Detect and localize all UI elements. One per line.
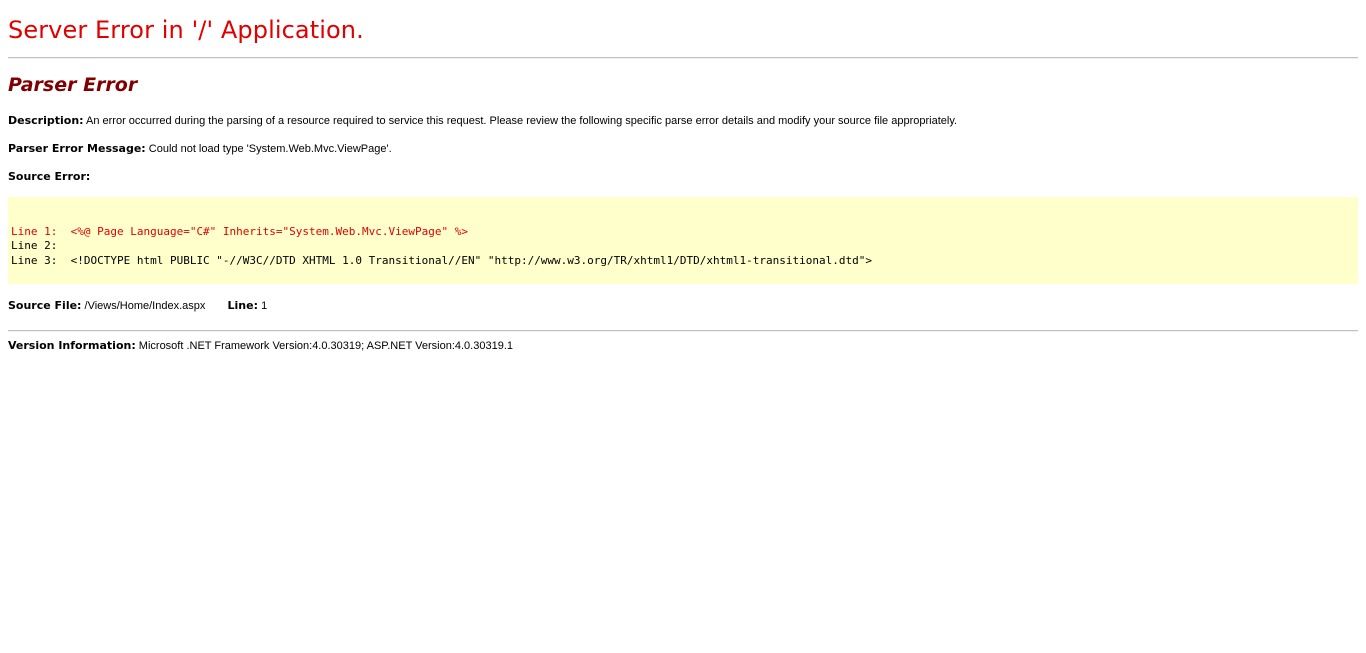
version-information-text: Microsoft .NET Framework Version:4.0.303… (138, 340, 513, 352)
code-line-text: <%@ Page Language="C#" Inherits="System.… (70, 225, 468, 238)
description-label: Description: (8, 114, 84, 127)
version-information-line: Version Information: Microsoft .NET Fram… (8, 339, 513, 352)
source-error-label: Source Error: (8, 170, 91, 183)
code-line-text: <!DOCTYPE html PUBLIC "-//W3C//DTD XHTML… (70, 254, 872, 267)
description-text: An error occurred during the parsing of … (86, 115, 958, 127)
source-file-path: /Views/Home/Index.aspx (84, 300, 206, 312)
source-file-label: Source File: (8, 299, 82, 312)
source-line-value: 1 (261, 300, 268, 312)
code-line-3: Line 3: <!DOCTYPE html PUBLIC "-//W3C//D… (11, 254, 872, 267)
source-line-label: Line: (227, 299, 258, 312)
source-error-line: Source Error: (8, 170, 90, 183)
source-code-block: Line 1: <%@ Page Language="C#" Inherits=… (8, 197, 1358, 284)
code-line-number: Line 3: (11, 254, 58, 267)
error-subtitle: Parser Error (8, 74, 138, 96)
parser-error-message-label: Parser Error Message: (8, 142, 146, 155)
divider (8, 330, 1358, 332)
code-line-1: Line 1: <%@ Page Language="C#" Inherits=… (11, 225, 468, 238)
divider (8, 57, 1358, 59)
error-page: Server Error in '/' Application. Parser … (0, 0, 1366, 653)
parser-error-message-line: Parser Error Message: Could not load typ… (8, 142, 392, 155)
description-line: Description: An error occurred during th… (8, 114, 957, 127)
page-title: Server Error in '/' Application. (8, 16, 364, 44)
source-file-line: Source File: /Views/Home/Index.aspx Line… (8, 299, 267, 312)
code-line-number: Line 1: (11, 225, 58, 238)
code-line-number: Line 2: (11, 239, 58, 252)
code-line-2: Line 2: (11, 239, 71, 252)
version-information-label: Version Information: (8, 339, 136, 352)
parser-error-message-text: Could not load type 'System.Web.Mvc.View… (148, 143, 392, 155)
